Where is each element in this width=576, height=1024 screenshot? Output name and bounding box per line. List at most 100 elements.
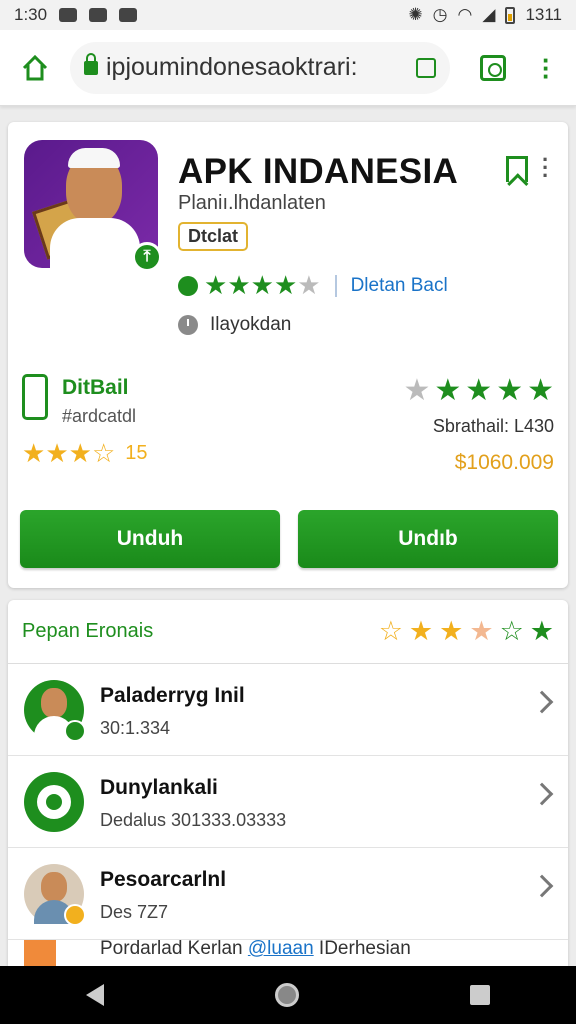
notification-icon bbox=[119, 8, 138, 22]
alarm-icon: ◷ bbox=[432, 5, 448, 24]
status-line: Ilayokdan bbox=[178, 314, 291, 336]
item-title: Pesoarcarlnl bbox=[100, 868, 227, 891]
clock-icon bbox=[178, 315, 198, 335]
back-button[interactable] bbox=[85, 984, 104, 1006]
star-icon: ★ bbox=[297, 270, 321, 300]
reviews-card: Pepan Eronais ☆ ★ ★ ★ ☆ ★ Paladerryg Inil 30:… bbox=[8, 600, 568, 966]
list-item[interactable]: Dunylankali Dedalus 301333.03333 bbox=[8, 756, 568, 848]
star-icon: ☆ bbox=[378, 616, 403, 646]
star-icon: ★ bbox=[408, 616, 434, 646]
app-title: APK INDANESIA bbox=[178, 152, 459, 191]
section-stars: ☆ ★ ★ ★ ☆ ★ bbox=[379, 618, 554, 645]
developer-name[interactable]: Planiı.lhdanlaten bbox=[178, 192, 326, 215]
thumbnail bbox=[24, 940, 56, 966]
list-item[interactable]: Pordarlad Kerlan @luaan IDerhesian bbox=[8, 932, 568, 966]
chat-icon bbox=[24, 772, 84, 832]
system-nav-bar bbox=[0, 966, 576, 1024]
lock-icon bbox=[84, 52, 98, 75]
settings-icon: ✺ bbox=[408, 5, 423, 24]
status-time: 1:30 bbox=[14, 5, 48, 24]
signal-icon: ◢ bbox=[482, 5, 496, 24]
bookmark-icon[interactable] bbox=[506, 156, 528, 182]
divider bbox=[334, 275, 337, 297]
tab-switcher-button[interactable] bbox=[480, 54, 506, 81]
download-label: DitBail bbox=[62, 376, 129, 399]
chevron-right-icon bbox=[530, 782, 554, 806]
wifi-icon: ◠ bbox=[457, 5, 473, 24]
star-icon: ★ bbox=[204, 270, 228, 300]
phone-icon bbox=[22, 374, 48, 420]
item-text: Pordarlad Kerlan @luaan IDerhesian bbox=[100, 938, 411, 960]
status-right-text: 1311 bbox=[525, 5, 562, 24]
url-text: ipjoumindonesaoktrari: bbox=[106, 53, 358, 81]
star-icon: ★ bbox=[439, 616, 464, 646]
rating-link[interactable]: Dletan Bacl bbox=[351, 275, 448, 297]
rating-stars: ★★★★★ bbox=[204, 272, 321, 300]
avatar bbox=[24, 680, 86, 742]
chevron-right-icon bbox=[530, 874, 554, 898]
chevron-right-icon bbox=[530, 690, 554, 714]
badge-icon bbox=[64, 720, 86, 742]
text-prefix: Pordarlad Kerlan bbox=[100, 938, 248, 959]
list-item[interactable]: Pesoarcarlnl Des 7Z7 bbox=[8, 848, 568, 940]
download-sub: #ardcatdl bbox=[62, 406, 137, 426]
avatar bbox=[24, 864, 86, 926]
rating-count: 15 bbox=[125, 442, 148, 464]
star-icon: ★ bbox=[45, 438, 69, 468]
url-bar[interactable]: ipjoumindonesaoktrari: bbox=[70, 41, 450, 94]
star-icon: ★ bbox=[527, 374, 554, 407]
download-button[interactable]: Unduh bbox=[20, 510, 280, 568]
star-icon: ★ bbox=[403, 374, 431, 407]
star-icon: ★ bbox=[469, 616, 494, 646]
star-icon: ★ bbox=[465, 374, 493, 407]
status-text: Ilayokdan bbox=[210, 314, 292, 335]
star-icon: ☆ bbox=[499, 616, 524, 646]
star-icon: ★ bbox=[250, 270, 274, 300]
rating-row: ★★★★★ Dletan Bacl bbox=[178, 272, 448, 300]
left-stars: ★★★☆ bbox=[22, 440, 115, 467]
sales-text: Sbrathail: L430 bbox=[432, 416, 554, 436]
home-icon bbox=[22, 54, 48, 80]
item-subtitle: Des 7Z7 bbox=[100, 902, 169, 922]
list-item[interactable]: Paladerryg Inil 30:1.334 bbox=[8, 664, 568, 756]
app-card: ⤒ APK INDANESIA · · · Planiı.lhdanlaten Dt… bbox=[8, 122, 568, 588]
recents-button[interactable] bbox=[470, 985, 491, 1005]
status-bar: 1:30 ✺ ◷ ◠ ◢ 1311 bbox=[0, 0, 576, 30]
avatar-head bbox=[41, 688, 67, 718]
star-icon: ★ bbox=[529, 616, 554, 646]
verified-icon bbox=[178, 276, 198, 296]
left-rating: ★★★☆ 15 bbox=[22, 440, 148, 467]
shopping-bag-icon[interactable] bbox=[416, 57, 436, 78]
download-button-2[interactable]: Undıb bbox=[298, 510, 558, 568]
star-icon: ★ bbox=[227, 270, 251, 300]
notification-icon bbox=[89, 8, 108, 22]
star-icon: ★ bbox=[496, 374, 524, 407]
star-icon: ★ bbox=[68, 438, 92, 468]
cap bbox=[68, 148, 120, 168]
home-button[interactable] bbox=[0, 54, 70, 82]
browser-toolbar: ipjoumindonesaoktrari: · · · bbox=[0, 30, 576, 106]
badge-icon bbox=[64, 904, 86, 926]
home-nav-button[interactable] bbox=[274, 983, 299, 1007]
mention-link[interactable]: @luaan bbox=[248, 938, 314, 959]
shirt bbox=[50, 218, 140, 268]
sales-stats: ★ ★ ★ ★ ★ Sbrathail: L430 $1060.009 bbox=[403, 376, 554, 475]
item-title: Paladerryg Inil bbox=[100, 684, 245, 707]
star-icon: ☆ bbox=[91, 438, 116, 468]
star-icon: ★ bbox=[434, 374, 462, 407]
price: $1060.009 bbox=[454, 451, 554, 474]
item-subtitle: Dedalus 301333.03333 bbox=[100, 810, 287, 830]
star-icon: ★ bbox=[22, 438, 46, 468]
battery-icon bbox=[505, 6, 516, 24]
play-badge-icon: ⤒ bbox=[132, 242, 162, 272]
more-options-button[interactable]: · · · bbox=[542, 149, 549, 187]
star-icon: ★ bbox=[273, 270, 298, 300]
section-title: Pepan Eronais bbox=[22, 620, 154, 642]
item-title: Dunylankali bbox=[100, 776, 218, 799]
section-header: Pepan Eronais ☆ ★ ★ ★ ☆ ★ bbox=[8, 600, 568, 664]
text-suffix: IDerhesian bbox=[313, 938, 411, 959]
category-tag[interactable]: Dtclat bbox=[178, 222, 249, 251]
item-subtitle: 30:1.334 bbox=[100, 718, 171, 738]
notification-icon bbox=[59, 8, 78, 22]
browser-menu-button[interactable]: · · · bbox=[542, 47, 551, 89]
